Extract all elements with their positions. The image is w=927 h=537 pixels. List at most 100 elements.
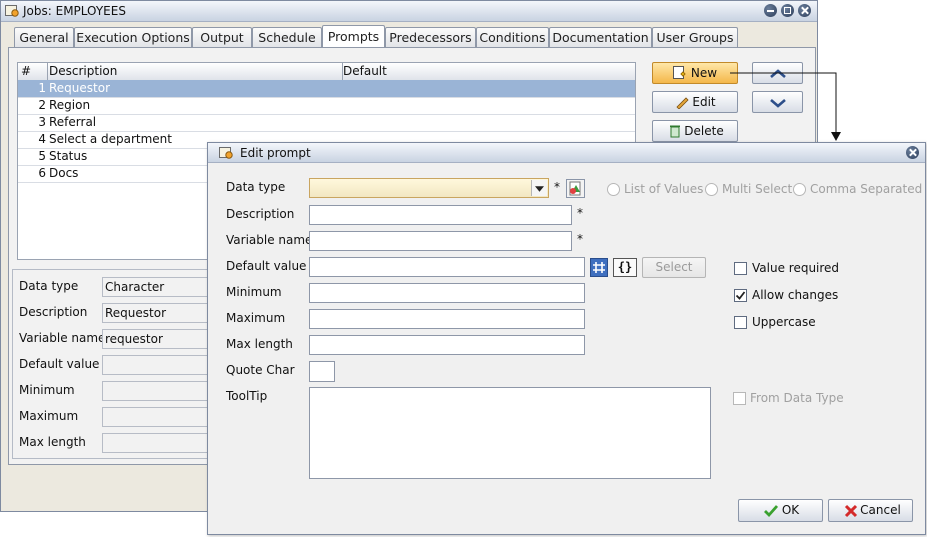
tab-output[interactable]: Output — [192, 27, 252, 47]
table-header: # Description Default — [18, 63, 635, 81]
value-required-label: Value required — [752, 261, 840, 275]
max-length-input[interactable] — [309, 335, 585, 355]
allow-changes-label: Allow changes — [752, 288, 839, 302]
tab-user-groups[interactable]: User Groups — [652, 27, 738, 47]
default-value-label: Default value — [226, 259, 307, 273]
tab-conditions[interactable]: Conditions — [476, 27, 549, 47]
maximize-icon[interactable] — [781, 4, 794, 17]
chevron-down-icon — [535, 186, 544, 192]
details-minimum-field — [102, 381, 212, 401]
jobs-window-title: Jobs: EMPLOYEES — [23, 4, 126, 18]
delete-button[interactable]: Delete — [652, 120, 738, 142]
list-of-values-radio[interactable] — [607, 183, 620, 196]
details-max-length-label: Max length — [19, 435, 86, 449]
variables-button[interactable]: {} — [613, 258, 637, 277]
cancel-button[interactable]: Cancel — [828, 499, 913, 522]
table-row[interactable]: 3 Referral — [18, 114, 635, 132]
from-data-type-checkbox[interactable] — [733, 392, 746, 405]
value-required-checkbox[interactable] — [734, 262, 747, 275]
details-description-label: Description — [19, 305, 88, 319]
maximum-input[interactable] — [309, 309, 585, 329]
tooltip-textarea[interactable] — [309, 387, 711, 479]
comma-separated-label: Comma Separated — [810, 182, 923, 196]
comma-separated-radio[interactable] — [793, 183, 806, 196]
variable-name-input[interactable] — [309, 231, 572, 251]
edit-prompt-titlebar[interactable]: Edit prompt — [208, 143, 925, 163]
minimize-icon[interactable] — [764, 4, 777, 17]
details-variable-name-field: requestor — [102, 329, 212, 349]
minimum-input[interactable] — [309, 283, 585, 303]
table-row[interactable]: 2 Region — [18, 97, 635, 115]
new-data-type-button[interactable] — [566, 179, 585, 198]
row-number: 2 — [38, 98, 46, 112]
edit-button[interactable]: Edit — [652, 91, 738, 113]
ok-button[interactable]: OK — [738, 499, 823, 522]
tab-general[interactable]: General — [14, 27, 74, 47]
tab-prompts[interactable]: Prompts — [322, 25, 385, 48]
uppercase-label: Uppercase — [752, 315, 816, 329]
quote-char-input[interactable] — [309, 361, 335, 382]
row-description: Docs — [49, 166, 79, 180]
connector-arrow-icon — [730, 72, 841, 141]
details-minimum-label: Minimum — [19, 383, 75, 397]
minimum-label: Minimum — [226, 285, 282, 299]
maximum-label: Maximum — [226, 311, 286, 325]
required-marker: * — [554, 180, 560, 194]
details-max-length-field — [102, 433, 212, 453]
row-number: 5 — [38, 149, 46, 163]
close-icon[interactable] — [906, 146, 919, 159]
column-header-number[interactable]: # — [21, 63, 31, 80]
details-data-type-field: Character — [102, 277, 212, 297]
table-row[interactable]: 1 Requestor — [18, 80, 635, 98]
details-maximum-field — [102, 407, 212, 427]
tab-schedule[interactable]: Schedule — [252, 27, 322, 47]
column-divider — [47, 63, 48, 80]
hash-icon — [593, 262, 605, 273]
description-input[interactable] — [309, 205, 572, 225]
list-of-values-label: List of Values — [624, 182, 704, 196]
new-document-icon — [673, 66, 686, 79]
row-number: 4 — [38, 132, 46, 146]
from-data-type-label: From Data Type — [750, 391, 844, 405]
checkmark-icon — [764, 505, 779, 518]
prompt-icon — [219, 147, 233, 159]
details-data-type-label: Data type — [19, 279, 79, 293]
tab-execution-options[interactable]: Execution Options — [74, 27, 192, 47]
data-type-label: Data type — [226, 180, 286, 194]
details-default-value-field — [102, 355, 212, 375]
job-icon — [5, 5, 19, 17]
column-header-default[interactable]: Default — [343, 63, 387, 80]
required-marker: * — [577, 232, 583, 246]
description-label: Description — [226, 207, 295, 221]
add-data-type-icon — [569, 181, 581, 196]
select-button[interactable]: Select — [642, 257, 706, 278]
column-header-description[interactable]: Description — [49, 63, 117, 80]
multi-select-radio[interactable] — [705, 183, 718, 196]
edit-prompt-title: Edit prompt — [240, 146, 311, 160]
quote-char-label: Quote Char — [226, 363, 295, 377]
allow-changes-checkbox[interactable] — [734, 289, 747, 302]
new-button[interactable]: New — [652, 62, 738, 84]
row-number: 6 — [38, 166, 46, 180]
uppercase-checkbox[interactable] — [734, 316, 747, 329]
tooltip-label: ToolTip — [226, 389, 268, 403]
row-description: Requestor — [49, 81, 111, 95]
default-value-input[interactable] — [309, 257, 585, 277]
close-icon[interactable] — [798, 4, 811, 17]
row-number: 3 — [38, 115, 46, 129]
data-type-select[interactable] — [309, 178, 549, 198]
hash-button[interactable] — [590, 258, 608, 277]
details-default-value-label: Default value — [19, 357, 100, 371]
jobs-window-titlebar[interactable]: Jobs: EMPLOYEES — [1, 1, 817, 22]
details-description-field: Requestor — [102, 303, 212, 323]
checkmark-icon — [735, 291, 746, 300]
details-maximum-label: Maximum — [19, 409, 79, 423]
row-description: Region — [49, 98, 91, 112]
pencil-icon — [676, 97, 689, 109]
row-description: Referral — [49, 115, 97, 129]
multi-select-label: Multi Select — [722, 182, 793, 196]
row-description: Select a department — [49, 132, 172, 146]
required-marker: * — [577, 206, 583, 220]
tab-predecessors[interactable]: Predecessors — [385, 27, 476, 47]
tab-documentation[interactable]: Documentation — [549, 27, 652, 47]
